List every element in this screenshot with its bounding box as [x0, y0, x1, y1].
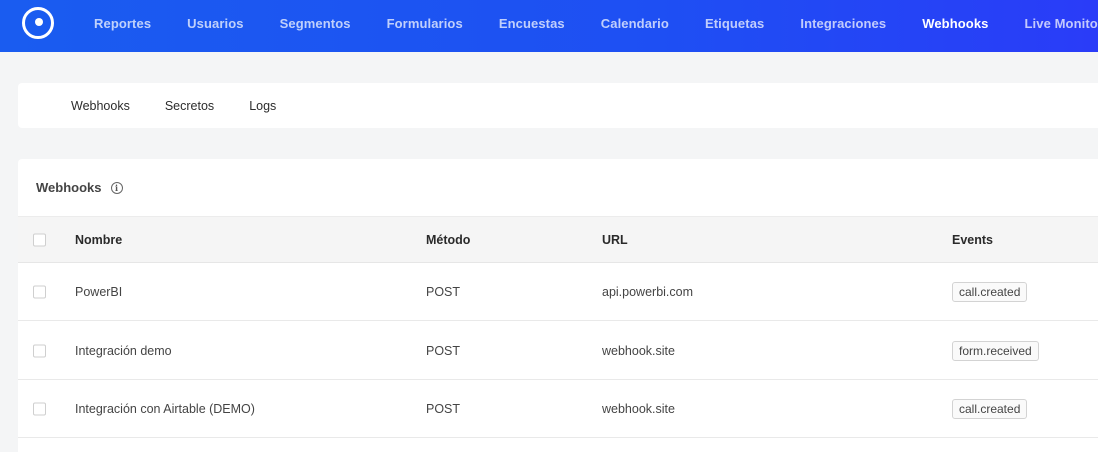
table-row[interactable]: Integración con Airtable (DEMO) POST web…	[18, 380, 1098, 438]
card-title: Webhooks i	[36, 180, 123, 195]
row-name: Integración con Airtable (DEMO)	[75, 401, 255, 416]
nav-item-formularios[interactable]: Formularios	[387, 16, 463, 31]
nav-item-integraciones[interactable]: Integraciones	[800, 16, 886, 31]
row-method: POST	[426, 401, 461, 416]
nav-item-live-monitor[interactable]: Live Monitor	[1024, 16, 1098, 31]
nav-item-encuestas[interactable]: Encuestas	[499, 16, 565, 31]
row-url: api.powerbi.com	[602, 284, 694, 299]
row-checkbox[interactable]	[33, 285, 46, 298]
row-url: webhook.site	[602, 343, 675, 358]
info-icon[interactable]: i	[110, 181, 123, 194]
nav-item-usuarios[interactable]: Usuarios	[187, 16, 243, 31]
table-header: Nombre Método URL Events	[18, 216, 1098, 263]
select-all-checkbox[interactable]	[33, 233, 46, 246]
nav-item-webhooks[interactable]: Webhooks	[922, 16, 988, 31]
logo-icon[interactable]	[22, 7, 54, 39]
tab-webhooks[interactable]: Webhooks	[71, 99, 130, 113]
top-navigation-bar: Reportes Usuarios Segmentos Formularios …	[0, 0, 1098, 52]
table-row[interactable]: Integración demo POST webhook.site form.…	[18, 322, 1098, 380]
header-url[interactable]: URL	[602, 233, 628, 247]
nav-item-calendario[interactable]: Calendario	[601, 16, 669, 31]
nav-item-etiquetas[interactable]: Etiquetas	[705, 16, 764, 31]
card-title-text: Webhooks	[36, 180, 102, 195]
event-tag: call.created	[952, 398, 1028, 419]
row-name: Integración demo	[75, 343, 172, 358]
table-row[interactable]: PowerBI POST api.powerbi.com call.create…	[18, 263, 1098, 321]
tab-logs[interactable]: Logs	[249, 99, 276, 113]
row-checkbox[interactable]	[33, 344, 46, 357]
event-tag: form.received	[952, 340, 1039, 361]
nav-item-segmentos[interactable]: Segmentos	[280, 16, 351, 31]
main-nav: Reportes Usuarios Segmentos Formularios …	[94, 0, 1098, 46]
tab-secretos[interactable]: Secretos	[165, 99, 214, 113]
webhooks-card: Webhooks i Nombre Método URL Events Powe…	[18, 159, 1098, 452]
header-nombre[interactable]: Nombre	[75, 233, 122, 247]
nav-item-reportes[interactable]: Reportes	[94, 16, 151, 31]
row-checkbox[interactable]	[33, 402, 46, 415]
row-name: PowerBI	[75, 284, 123, 299]
logo-dot	[35, 18, 43, 26]
row-method: POST	[426, 343, 461, 358]
header-events[interactable]: Events	[952, 233, 993, 247]
sub-tab-bar: Webhooks Secretos Logs	[18, 83, 1098, 128]
row-method: POST	[426, 284, 461, 299]
event-tag: call.created	[952, 281, 1028, 302]
row-url: webhook.site	[602, 401, 675, 416]
header-metodo[interactable]: Método	[426, 233, 470, 247]
